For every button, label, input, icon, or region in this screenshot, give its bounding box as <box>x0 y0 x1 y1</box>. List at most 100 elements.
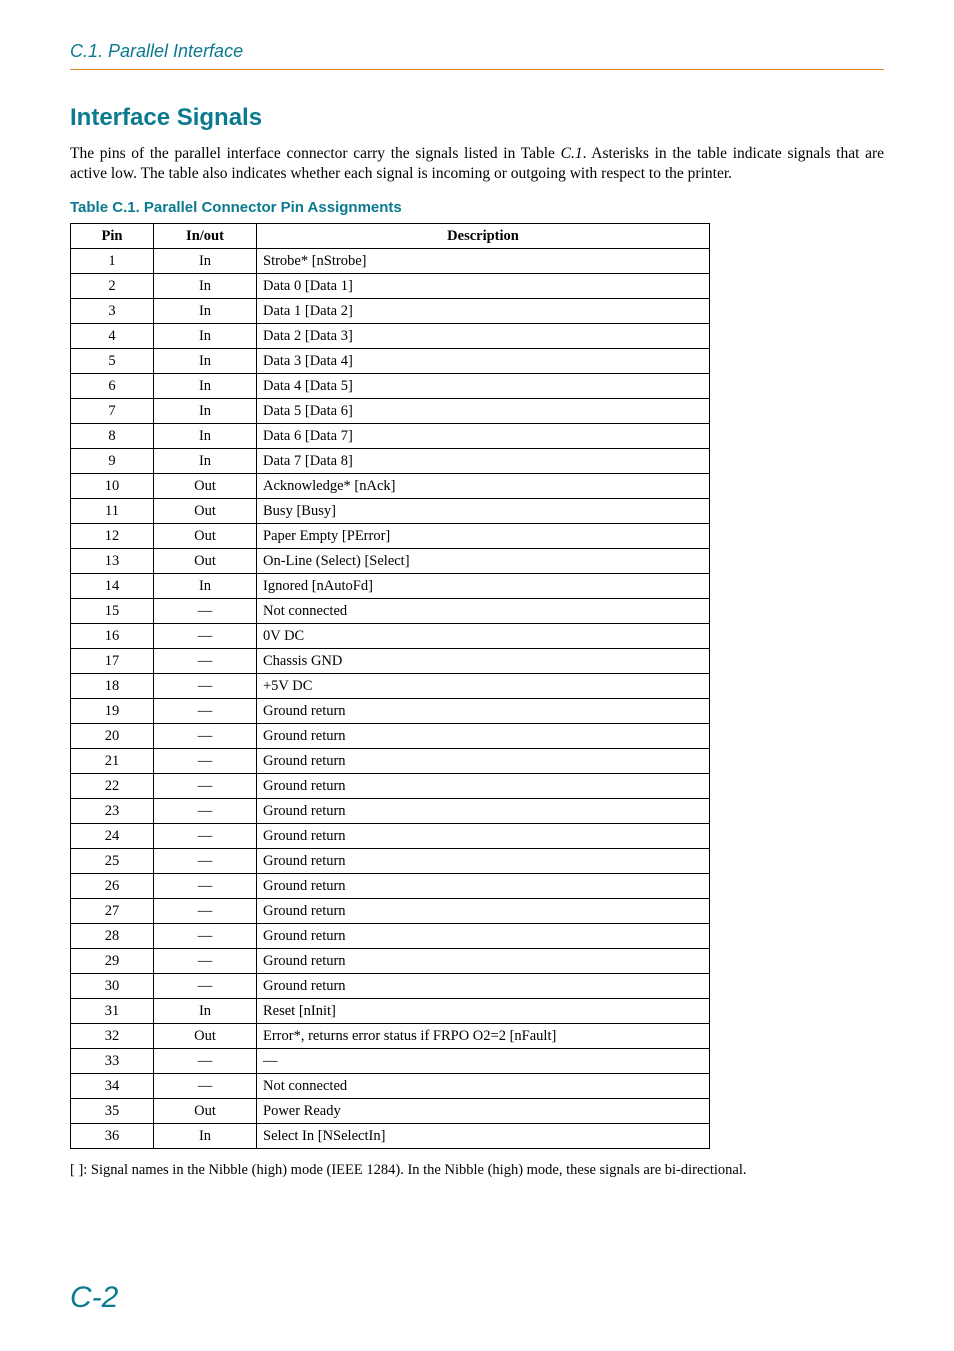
cell-io: — <box>154 749 257 774</box>
cell-desc: Not connected <box>257 599 710 624</box>
table-row: 13OutOn-Line (Select) [Select] <box>71 549 710 574</box>
cell-desc: Ground return <box>257 799 710 824</box>
cell-io: — <box>154 1049 257 1074</box>
cell-pin: 16 <box>71 624 154 649</box>
page: C.1. Parallel Interface Interface Signal… <box>0 0 954 1351</box>
cell-desc: Ground return <box>257 749 710 774</box>
table-row: 12OutPaper Empty [PError] <box>71 524 710 549</box>
cell-io: — <box>154 774 257 799</box>
cell-io: — <box>154 824 257 849</box>
cell-io: — <box>154 649 257 674</box>
table-row: 8InData 6 [Data 7] <box>71 424 710 449</box>
cell-io: In <box>154 449 257 474</box>
cell-desc: Data 7 [Data 8] <box>257 449 710 474</box>
table-row: 6InData 4 [Data 5] <box>71 374 710 399</box>
cell-io: — <box>154 599 257 624</box>
cell-pin: 25 <box>71 849 154 874</box>
cell-io: — <box>154 1074 257 1099</box>
table-row: 25—Ground return <box>71 849 710 874</box>
col-io: In/out <box>154 224 257 249</box>
table-row: 36InSelect In [NSelectIn] <box>71 1124 710 1149</box>
cell-desc: Ground return <box>257 974 710 999</box>
table-row: 28—Ground return <box>71 924 710 949</box>
table-row: 19—Ground return <box>71 699 710 724</box>
cell-pin: 19 <box>71 699 154 724</box>
intro-ref: C.1 <box>561 145 583 162</box>
cell-desc: 0V DC <box>257 624 710 649</box>
cell-pin: 3 <box>71 299 154 324</box>
cell-desc: Paper Empty [PError] <box>257 524 710 549</box>
cell-io: — <box>154 724 257 749</box>
cell-desc: Data 1 [Data 2] <box>257 299 710 324</box>
cell-pin: 9 <box>71 449 154 474</box>
cell-pin: 26 <box>71 874 154 899</box>
cell-io: In <box>154 274 257 299</box>
cell-io: — <box>154 899 257 924</box>
cell-desc: Reset [nInit] <box>257 999 710 1024</box>
cell-pin: 11 <box>71 499 154 524</box>
cell-desc: Data 6 [Data 7] <box>257 424 710 449</box>
cell-io: Out <box>154 524 257 549</box>
cell-pin: 14 <box>71 574 154 599</box>
table-row: 26—Ground return <box>71 874 710 899</box>
cell-pin: 21 <box>71 749 154 774</box>
cell-io: In <box>154 324 257 349</box>
cell-io: In <box>154 299 257 324</box>
cell-io: In <box>154 399 257 424</box>
table-row: 29—Ground return <box>71 949 710 974</box>
cell-pin: 31 <box>71 999 154 1024</box>
cell-io: — <box>154 674 257 699</box>
cell-pin: 29 <box>71 949 154 974</box>
cell-desc: Ignored [nAutoFd] <box>257 574 710 599</box>
cell-desc: Ground return <box>257 874 710 899</box>
cell-desc: Data 3 [Data 4] <box>257 349 710 374</box>
cell-desc: Strobe* [nStrobe] <box>257 249 710 274</box>
cell-pin: 13 <box>71 549 154 574</box>
table-row: 30—Ground return <box>71 974 710 999</box>
cell-pin: 18 <box>71 674 154 699</box>
cell-desc: Ground return <box>257 824 710 849</box>
cell-pin: 1 <box>71 249 154 274</box>
cell-io: In <box>154 1124 257 1149</box>
cell-pin: 2 <box>71 274 154 299</box>
cell-desc: Chassis GND <box>257 649 710 674</box>
table-row: 33—— <box>71 1049 710 1074</box>
col-pin: Pin <box>71 224 154 249</box>
cell-desc: Data 2 [Data 3] <box>257 324 710 349</box>
table-header-row: Pin In/out Description <box>71 224 710 249</box>
cell-desc: Ground return <box>257 699 710 724</box>
cell-pin: 20 <box>71 724 154 749</box>
table-row: 20—Ground return <box>71 724 710 749</box>
cell-desc: Data 0 [Data 1] <box>257 274 710 299</box>
table-row: 10OutAcknowledge* [nAck] <box>71 474 710 499</box>
cell-io: Out <box>154 1024 257 1049</box>
cell-desc: Ground return <box>257 899 710 924</box>
table-row: 5InData 3 [Data 4] <box>71 349 710 374</box>
cell-desc: Select In [NSelectIn] <box>257 1124 710 1149</box>
running-head: C.1. Parallel Interface <box>70 40 884 70</box>
cell-pin: 15 <box>71 599 154 624</box>
cell-pin: 36 <box>71 1124 154 1149</box>
table-row: 16—0V DC <box>71 624 710 649</box>
cell-io: — <box>154 974 257 999</box>
cell-desc: Ground return <box>257 774 710 799</box>
cell-desc: — <box>257 1049 710 1074</box>
table-row: 21—Ground return <box>71 749 710 774</box>
intro-text-pre: The pins of the parallel interface conne… <box>70 145 561 162</box>
cell-pin: 33 <box>71 1049 154 1074</box>
cell-pin: 12 <box>71 524 154 549</box>
cell-desc: Ground return <box>257 724 710 749</box>
table-row: 1InStrobe* [nStrobe] <box>71 249 710 274</box>
cell-desc: Power Ready <box>257 1099 710 1124</box>
cell-desc: Ground return <box>257 849 710 874</box>
cell-io: In <box>154 374 257 399</box>
table-footnote: [ ]: Signal names in the Nibble (high) m… <box>70 1161 884 1180</box>
table-row: 18—+5V DC <box>71 674 710 699</box>
cell-desc: Data 5 [Data 6] <box>257 399 710 424</box>
cell-io: Out <box>154 549 257 574</box>
cell-pin: 30 <box>71 974 154 999</box>
cell-io: — <box>154 799 257 824</box>
table-row: 11OutBusy [Busy] <box>71 499 710 524</box>
table-caption: Table C.1. Parallel Connector Pin Assign… <box>70 198 884 218</box>
cell-pin: 27 <box>71 899 154 924</box>
